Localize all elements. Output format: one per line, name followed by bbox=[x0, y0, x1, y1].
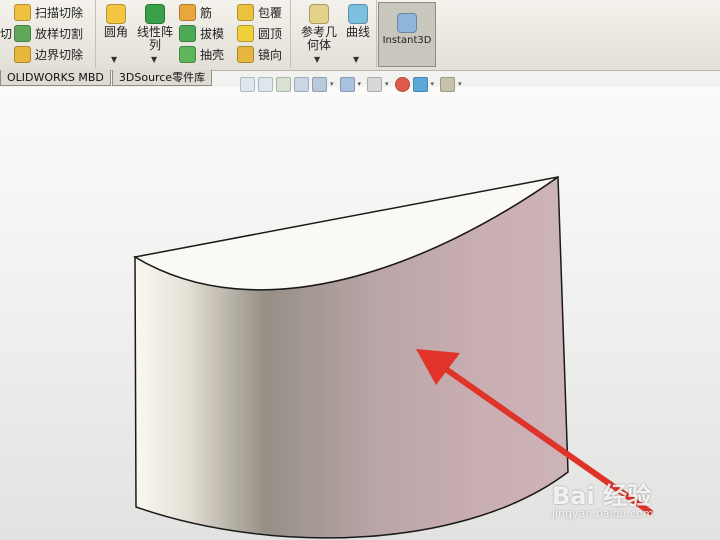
view-settings-dropdown-icon[interactable]: ▾ bbox=[458, 80, 462, 88]
curves-label: 曲线 bbox=[345, 25, 370, 39]
dome-label: 圆顶 bbox=[258, 26, 283, 41]
fillet-button[interactable]: 圆角 bbox=[99, 4, 133, 39]
boundary-cut-label: 边界切除 bbox=[35, 47, 84, 62]
linear-pattern-label-1: 线性阵 bbox=[136, 25, 173, 39]
boundary-cut-icon bbox=[14, 45, 31, 63]
fillet-icon bbox=[106, 4, 126, 24]
reference-geometry-button[interactable]: 参考几 何体 bbox=[296, 4, 342, 52]
linear-pattern-button[interactable]: 线性阵 列 bbox=[133, 4, 177, 52]
sweep-cut-icon bbox=[14, 3, 31, 21]
features-group: 圆角 ▼ 线性阵 列 ▼ 筋 拔模 抽壳 包覆 圆顶 镜向 bbox=[95, 0, 291, 68]
mirror-label: 镜向 bbox=[258, 47, 283, 62]
scene-dropdown-icon[interactable]: ▾ bbox=[431, 80, 435, 88]
heads-up-view-toolbar: ▾ ▾ ▾ ▾ ▾ bbox=[240, 74, 468, 94]
instant3d-button[interactable]: Instant3D bbox=[378, 2, 436, 67]
shell-icon bbox=[179, 45, 196, 63]
loft-cut-label: 放样切割 bbox=[35, 26, 84, 41]
reference-geometry-icon bbox=[309, 4, 329, 24]
hide-show-dropdown-icon[interactable]: ▾ bbox=[385, 80, 389, 88]
rib-button[interactable]: 筋 bbox=[179, 2, 212, 22]
previous-view-icon[interactable] bbox=[276, 76, 291, 92]
watermark-url: jingyan.baidu.com bbox=[552, 507, 654, 520]
graphics-area[interactable] bbox=[0, 87, 720, 540]
reference-group: 参考几 何体 ▼ 曲线 ▼ bbox=[290, 0, 377, 68]
sweep-cut-label: 扫描切除 bbox=[35, 5, 84, 20]
baidu-watermark: Bai 经验 jingyan.baidu.com bbox=[552, 476, 654, 520]
wrap-label: 包覆 bbox=[258, 5, 283, 20]
boundary-cut-button[interactable]: 边界切除 bbox=[14, 44, 83, 64]
mirror-icon bbox=[237, 45, 254, 63]
fillet-label: 圆角 bbox=[103, 25, 128, 39]
rib-label: 筋 bbox=[200, 5, 213, 20]
reference-geometry-label-2: 何体 bbox=[306, 38, 331, 52]
wrap-icon bbox=[237, 3, 254, 21]
fillet-dropdown-icon[interactable]: ▼ bbox=[111, 55, 117, 64]
instant3d-icon bbox=[397, 13, 417, 33]
cut-features-group: 切 扫描切除 放样切割 边界切除 bbox=[0, 0, 96, 68]
view-settings-icon[interactable] bbox=[440, 76, 456, 92]
dome-button[interactable]: 圆顶 bbox=[237, 23, 282, 43]
scene-icon[interactable] bbox=[412, 76, 428, 92]
tab-solidworks-mbd[interactable]: OLIDWORKS MBD bbox=[0, 70, 111, 86]
display-style-dropdown-icon[interactable]: ▾ bbox=[358, 80, 362, 88]
model-scene bbox=[132, 175, 653, 539]
instant3d-label: Instant3D bbox=[382, 35, 432, 46]
tab-3dsource[interactable]: 3DSource零件库 bbox=[111, 70, 213, 86]
draft-icon bbox=[179, 24, 196, 42]
sweep-cut-button[interactable]: 扫描切除 bbox=[14, 2, 83, 22]
loft-cut-icon bbox=[14, 24, 31, 42]
dome-icon bbox=[237, 24, 254, 42]
linear-pattern-dropdown-icon[interactable]: ▼ bbox=[151, 55, 157, 64]
zoom-area-icon[interactable] bbox=[258, 76, 273, 92]
cut-partial-button[interactable]: 切 bbox=[0, 23, 12, 43]
curves-dropdown-icon[interactable]: ▼ bbox=[353, 55, 359, 64]
hide-show-icon[interactable] bbox=[367, 76, 383, 92]
zoom-to-fit-icon[interactable] bbox=[240, 76, 255, 92]
linear-pattern-label-2: 列 bbox=[148, 38, 161, 52]
mirror-button[interactable]: 镜向 bbox=[237, 44, 282, 64]
rib-icon bbox=[179, 3, 196, 21]
section-view-icon[interactable] bbox=[294, 76, 309, 92]
command-manager-tabs: OLIDWORKS MBD 3DSource零件库 bbox=[0, 70, 213, 86]
shell-label: 抽壳 bbox=[200, 47, 225, 62]
reference-geometry-label-1: 参考几 bbox=[300, 25, 337, 39]
reference-geometry-dropdown-icon[interactable]: ▼ bbox=[314, 55, 320, 64]
edit-appearance-icon[interactable] bbox=[394, 76, 410, 92]
command-manager-ribbon: 切 扫描切除 放样切割 边界切除 圆角 ▼ 线性阵 列 ▼ 筋 拔模 抽壳 包覆… bbox=[0, 0, 720, 71]
display-style-icon[interactable] bbox=[339, 76, 355, 92]
curves-icon bbox=[348, 4, 368, 24]
view-orientation-icon[interactable] bbox=[312, 76, 327, 92]
loft-cut-button[interactable]: 放样切割 bbox=[14, 23, 83, 43]
shell-button[interactable]: 抽壳 bbox=[179, 44, 224, 64]
curves-button[interactable]: 曲线 bbox=[342, 4, 374, 39]
wrap-button[interactable]: 包覆 bbox=[237, 2, 282, 22]
cut-partial-label: 切 bbox=[0, 26, 13, 41]
linear-pattern-icon bbox=[145, 4, 165, 24]
watermark-brand: Bai 经验 bbox=[552, 482, 652, 510]
draft-label: 拔模 bbox=[200, 26, 225, 41]
view-orientation-dropdown-icon[interactable]: ▾ bbox=[330, 80, 334, 88]
draft-button[interactable]: 拔模 bbox=[179, 23, 224, 43]
